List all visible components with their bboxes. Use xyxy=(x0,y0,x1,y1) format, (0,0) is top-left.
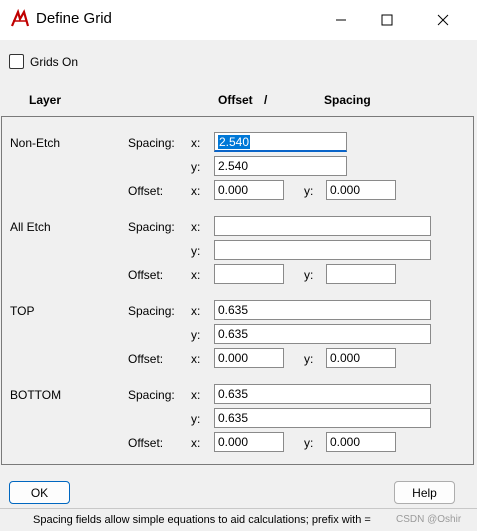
y-label: y: xyxy=(304,352,314,366)
close-button[interactable] xyxy=(420,0,466,40)
spacing-label: Spacing: xyxy=(128,388,175,402)
offset-label: Offset: xyxy=(128,268,164,282)
non-etch-offset-x-input[interactable]: 0.000 xyxy=(214,180,284,200)
x-label: x: xyxy=(191,352,201,366)
all-etch-offset-y-input[interactable] xyxy=(326,264,396,284)
help-button[interactable]: Help xyxy=(394,481,455,504)
non-etch-spacing-x-input[interactable]: 2.540 xyxy=(214,132,347,152)
y-label: y: xyxy=(191,328,201,342)
spacing-header: Spacing xyxy=(324,93,371,107)
minimize-button[interactable] xyxy=(318,0,364,40)
layer-header: Layer xyxy=(29,93,62,107)
x-label: x: xyxy=(191,388,201,402)
y-label: y: xyxy=(304,184,314,198)
y-label: y: xyxy=(191,244,201,258)
header-separator: / xyxy=(264,93,268,107)
offset-label: Offset: xyxy=(128,352,164,366)
title-bar: Define Grid xyxy=(0,0,477,40)
y-label: y: xyxy=(191,412,201,426)
x-label: x: xyxy=(191,268,201,282)
app-logo-icon xyxy=(10,9,30,28)
top-spacing-x-input[interactable]: 0.635 xyxy=(214,300,431,320)
layer-name-bottom: BOTTOM xyxy=(10,388,62,402)
maximize-button[interactable] xyxy=(364,0,410,40)
x-label: x: xyxy=(191,436,201,450)
x-label: x: xyxy=(191,184,201,198)
status-bar: Spacing fields allow simple equations to… xyxy=(0,508,477,531)
spacing-label: Spacing: xyxy=(128,220,175,234)
x-label: x: xyxy=(191,136,201,150)
grids-on-checkbox[interactable]: Grids On xyxy=(9,54,78,69)
checkbox-box[interactable] xyxy=(9,54,24,69)
offset-label: Offset: xyxy=(128,436,164,450)
spacing-label: Spacing: xyxy=(128,304,175,318)
window-title: Define Grid xyxy=(36,10,112,27)
layer-name-all-etch: All Etch xyxy=(10,220,51,234)
x-label: x: xyxy=(191,304,201,318)
non-etch-spacing-y-input[interactable]: 2.540 xyxy=(214,156,347,176)
top-spacing-y-input[interactable]: 0.635 xyxy=(214,324,431,344)
y-label: y: xyxy=(304,436,314,450)
top-offset-y-input[interactable]: 0.000 xyxy=(326,348,396,368)
bottom-spacing-y-input[interactable]: 0.635 xyxy=(214,408,431,428)
all-etch-spacing-x-input[interactable] xyxy=(214,216,431,236)
selected-text: 2.540 xyxy=(218,135,251,149)
maximize-icon xyxy=(381,14,393,26)
non-etch-offset-y-input[interactable]: 0.000 xyxy=(326,180,396,200)
watermark: CSDN @Oshir xyxy=(396,514,462,525)
bottom-offset-x-input[interactable]: 0.000 xyxy=(214,432,284,452)
x-label: x: xyxy=(191,220,201,234)
bottom-offset-y-input[interactable]: 0.000 xyxy=(326,432,396,452)
bottom-spacing-x-input[interactable]: 0.635 xyxy=(214,384,431,404)
minimize-icon xyxy=(336,19,346,21)
y-label: y: xyxy=(191,160,201,174)
spacing-label: Spacing: xyxy=(128,136,175,150)
offset-header: Offset xyxy=(218,93,253,107)
offset-label: Offset: xyxy=(128,184,164,198)
ok-button[interactable]: OK xyxy=(9,481,70,504)
all-etch-offset-x-input[interactable] xyxy=(214,264,284,284)
top-offset-x-input[interactable]: 0.000 xyxy=(214,348,284,368)
y-label: y: xyxy=(304,268,314,282)
status-text: Spacing fields allow simple equations to… xyxy=(33,514,371,526)
grid-settings-panel: Non-Etch Spacing: x: 2.540 y: 2.540 Offs… xyxy=(1,116,474,465)
layer-name-top: TOP xyxy=(10,304,35,318)
close-icon xyxy=(437,14,449,26)
layer-name-non-etch: Non-Etch xyxy=(10,136,61,150)
grids-on-label: Grids On xyxy=(30,54,79,69)
all-etch-spacing-y-input[interactable] xyxy=(214,240,431,260)
